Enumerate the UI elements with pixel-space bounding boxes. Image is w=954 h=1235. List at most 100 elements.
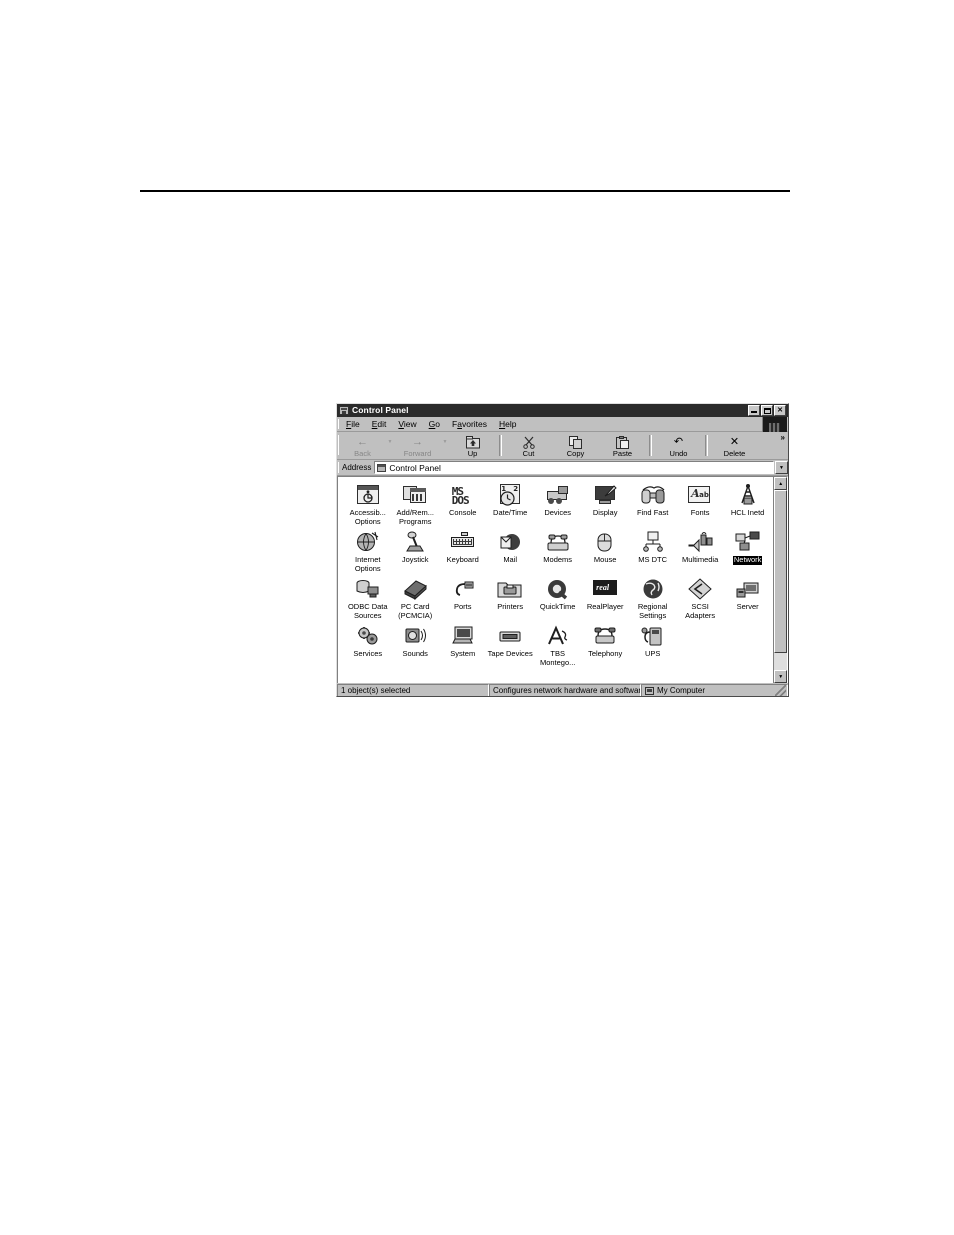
undo-button[interactable]: ↶ Undo (655, 432, 702, 459)
icon-item-hcl-inetd[interactable]: HCL Inetd (724, 482, 771, 526)
icon-label: TBS Montego... (539, 649, 576, 667)
icon-label: Display (592, 508, 618, 517)
forward-dropdown-icon[interactable]: ▼ (441, 432, 449, 459)
close-button[interactable]: ✕ (774, 405, 786, 416)
delete-button[interactable]: ✕ Delete (711, 432, 758, 459)
icon-label: PC Card (PCMCIA) (398, 602, 433, 620)
paste-button[interactable]: Paste (599, 432, 646, 459)
modem-phone-svg (547, 534, 569, 551)
cut-button[interactable]: Cut (505, 432, 552, 459)
icon-label: ODBC Data Sources (347, 602, 388, 620)
icon-item-ms-dtc[interactable]: MS DTC (629, 529, 676, 573)
control-panel-icon[interactable] (339, 406, 349, 415)
maximize-button[interactable] (761, 405, 773, 416)
address-dropdown-button[interactable]: ▼ (775, 461, 788, 474)
icon-item-date-time[interactable]: 1 2 Date/Time (486, 482, 533, 526)
status-description: Configures network hardware and software (489, 684, 641, 696)
icon-label: Regional Settings (637, 602, 668, 620)
icon-item-ports[interactable]: Ports (439, 576, 486, 620)
menu-item-favorites[interactable]: Favorites (446, 418, 493, 430)
scsi-adapters-icon (686, 576, 714, 602)
globe-svg (356, 531, 379, 551)
printers-icon (496, 576, 524, 602)
scroll-down-button[interactable]: ▼ (774, 670, 787, 683)
menu-item-file[interactable]: File (340, 418, 366, 430)
icon-item-odbc-data-sources[interactable]: ODBC Data Sources (344, 576, 391, 620)
icon-row: Services Sounds System Tape Devices TBS … (344, 623, 771, 670)
icon-label: Devices (544, 508, 572, 517)
icon-item-fonts[interactable]: A ab Fonts (676, 482, 723, 526)
icon-item-console[interactable]: MS DOS Console (439, 482, 486, 526)
up-label: Up (467, 449, 478, 458)
scissors-svg (522, 436, 535, 449)
copy-svg (568, 435, 582, 449)
icon-item-multimedia[interactable]: Multimedia (676, 529, 723, 573)
icon-item-internet-options[interactable]: Internet Options (344, 529, 391, 573)
ups-battery-svg (641, 627, 662, 646)
telephone-svg (594, 627, 616, 644)
menu-item-go[interactable]: Go (423, 418, 446, 430)
icon-item-tape-devices[interactable]: Tape Devices (486, 623, 533, 667)
icon-item-printers[interactable]: Printers (486, 576, 533, 620)
toolbar-overflow-chevron-icon[interactable]: » (781, 433, 785, 442)
icon-item-network[interactable]: Network (724, 529, 771, 573)
content-area: Accessib... Options Add/Rem... Programs … (337, 476, 788, 683)
address-input[interactable]: Control Panel (374, 461, 774, 474)
icon-item-quicktime[interactable]: QuickTime (534, 576, 581, 620)
window-title-bar[interactable]: Control Panel ✕ (337, 404, 788, 417)
icon-item-services[interactable]: Services (344, 623, 391, 667)
icon-label: Fonts (690, 508, 710, 517)
vertical-scrollbar[interactable]: ▲ ▼ (773, 477, 787, 683)
icon-item-mail[interactable]: Mail (486, 529, 533, 573)
back-button[interactable]: ← Back (339, 432, 386, 459)
icon-item-regional-settings[interactable]: Regional Settings (629, 576, 676, 620)
menu-item-help[interactable]: Help (493, 418, 522, 430)
up-folder-icon (465, 435, 480, 449)
scsi-diamond-svg (688, 578, 712, 600)
icon-item-tbs-montego[interactable]: TBS Montego... (534, 623, 581, 667)
icon-label: System (450, 649, 476, 658)
back-dropdown-icon[interactable]: ▼ (386, 432, 394, 459)
hcl-inetd-icon (734, 482, 762, 508)
icon-item-scsi-adapters[interactable]: SCSI Adapters (676, 576, 723, 620)
menu-item-edit[interactable]: Edit (366, 418, 393, 430)
icon-item-ups[interactable]: UPS (629, 623, 676, 667)
minimize-button[interactable] (748, 405, 760, 416)
icon-item-system[interactable]: System (439, 623, 486, 667)
icon-label: Server (736, 602, 759, 611)
icon-item-keyboard[interactable]: Keyboard (439, 529, 486, 573)
icon-label: Accessib... Options (349, 508, 386, 526)
binoculars-svg (641, 486, 665, 504)
display-icon (591, 482, 619, 508)
icon-item-accessibility-options[interactable]: Accessib... Options (344, 482, 391, 526)
scrollbar-thumb[interactable] (774, 490, 787, 653)
resize-grip[interactable] (775, 685, 786, 696)
icon-item-mouse[interactable]: Mouse (581, 529, 628, 573)
icon-label: Mail (503, 555, 518, 564)
icon-item-add-remove-programs[interactable]: Add/Rem... Programs (391, 482, 438, 526)
forward-button[interactable]: → Forward (394, 432, 441, 459)
clipboard-icon (616, 435, 629, 449)
icon-row: ODBC Data Sources PC Card (PCMCIA) Ports… (344, 576, 771, 623)
control-panel-window: Control Panel ✕ File Edit View Go Favori… (336, 403, 789, 697)
icon-item-modems[interactable]: Modems (534, 529, 581, 573)
icon-item-realplayer[interactable]: real RealPlayer (581, 576, 628, 620)
icon-item-find-fast[interactable]: Find Fast (629, 482, 676, 526)
icon-item-display[interactable]: Display (581, 482, 628, 526)
copy-button[interactable]: Copy (552, 432, 599, 459)
icon-item-server[interactable]: Server (724, 576, 771, 620)
ms-dtc-icon (639, 529, 667, 555)
icon-item-telephony[interactable]: Telephony (581, 623, 628, 667)
tbs-a-svg (547, 625, 567, 645)
scrollbar-track[interactable] (774, 490, 787, 670)
triangle-up-icon: ▲ (778, 480, 784, 487)
icon-item-joystick[interactable]: Joystick (391, 529, 438, 573)
joystick-svg (406, 531, 425, 552)
icon-item-pc-card[interactable]: PC Card (PCMCIA) (391, 576, 438, 620)
icon-item-devices[interactable]: Devices (534, 482, 581, 526)
up-button[interactable]: Up (449, 432, 496, 459)
scroll-up-button[interactable]: ▲ (774, 477, 787, 490)
menu-item-view[interactable]: View (392, 418, 422, 430)
icon-label: Modems (543, 555, 573, 564)
icon-item-sounds[interactable]: Sounds (391, 623, 438, 667)
